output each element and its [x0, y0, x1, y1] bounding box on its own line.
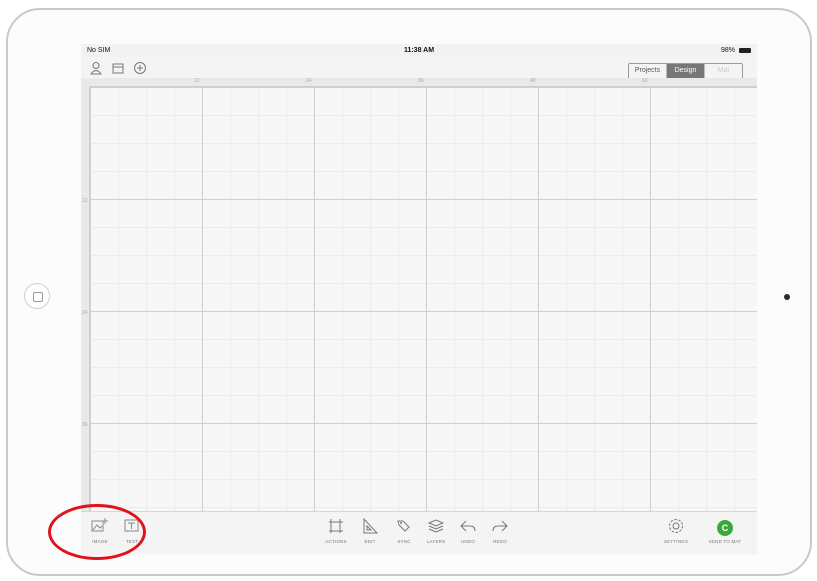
- actions-icon: [319, 517, 353, 537]
- actions-label: ACTIONS: [325, 539, 347, 544]
- undo-button[interactable]: UNDO: [451, 517, 485, 551]
- tab-projects[interactable]: Projects: [629, 64, 667, 78]
- left-ruler: 12 24 36: [81, 86, 90, 511]
- plus-circle-icon[interactable]: [133, 61, 147, 75]
- ruler-mark: 12: [194, 78, 200, 84]
- highlight-annotation: [48, 504, 146, 560]
- ruler-mark: 60: [642, 78, 648, 84]
- send-to-mat-badge: C: [717, 520, 733, 536]
- layers-button[interactable]: LAYERS: [419, 517, 453, 551]
- edit-label: EDIT: [364, 539, 376, 544]
- ruler-mark: 12: [82, 198, 88, 204]
- tab-mat[interactable]: Mat: [705, 64, 742, 78]
- ruler-mark: 24: [82, 310, 88, 316]
- ruler-mark: 48: [530, 78, 536, 84]
- view-segmented-control: Projects Design Mat: [628, 63, 743, 79]
- redo-button[interactable]: REDO: [483, 517, 517, 551]
- gear-icon: [659, 517, 693, 537]
- design-canvas[interactable]: [90, 87, 757, 511]
- send-to-mat-label: SEND TO MAT: [708, 539, 742, 544]
- settings-label: SETTINGS: [663, 539, 689, 544]
- edit-icon: [353, 517, 387, 537]
- send-to-mat-button[interactable]: C SEND TO MAT: [705, 517, 745, 551]
- send-to-mat-icon: C: [705, 517, 745, 537]
- undo-label: UNDO: [460, 539, 476, 544]
- top-bar: Projects Design Mat: [81, 57, 757, 79]
- layers-icon: [419, 517, 453, 537]
- folder-icon[interactable]: [111, 61, 125, 75]
- home-button[interactable]: [24, 283, 50, 309]
- redo-icon: [483, 517, 517, 537]
- sync-icon: [387, 517, 421, 537]
- camera: [784, 294, 790, 300]
- battery-icon: [739, 48, 751, 53]
- actions-button[interactable]: ACTIONS: [319, 517, 353, 551]
- edit-button[interactable]: EDIT: [353, 517, 387, 551]
- bottom-toolbar: IMAGE TEXT ACTIONS EDIT SYNC LAYERS UNDO…: [81, 511, 757, 555]
- top-ruler: 12 24 36 48 60: [81, 78, 757, 87]
- sync-button[interactable]: SYNC: [387, 517, 421, 551]
- status-bar: No SIM 11:38 AM 98%: [81, 44, 757, 57]
- ruler-mark: 36: [418, 78, 424, 84]
- sync-label: SYNC: [397, 539, 411, 544]
- settings-button[interactable]: SETTINGS: [659, 517, 693, 551]
- redo-label: REDO: [493, 539, 507, 544]
- tab-design[interactable]: Design: [667, 64, 705, 78]
- battery-percent: 98%: [720, 47, 735, 54]
- undo-icon: [451, 517, 485, 537]
- user-icon[interactable]: [89, 61, 103, 75]
- status-time: 11:38 AM: [403, 47, 435, 54]
- ruler-mark: 36: [82, 422, 88, 428]
- ruler-mark: 24: [306, 78, 312, 84]
- screen: No SIM 11:38 AM 98% Projects Design Mat …: [81, 44, 757, 555]
- layers-label: LAYERS: [426, 539, 446, 544]
